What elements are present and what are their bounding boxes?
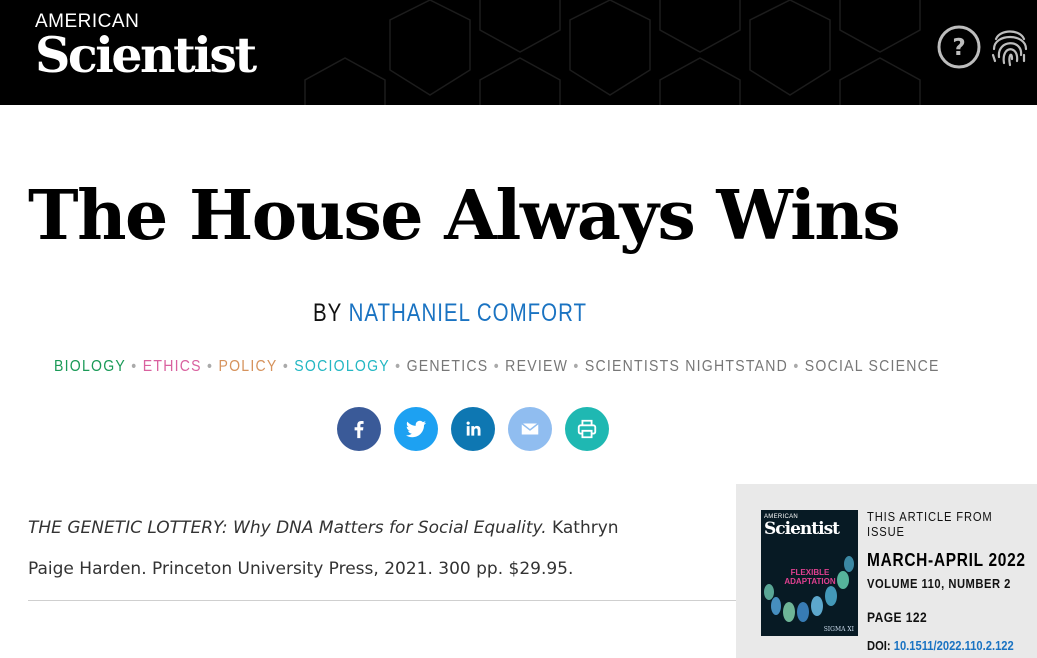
tag-separator: •: [573, 358, 580, 375]
share-buttons: [337, 407, 609, 451]
tag-link[interactable]: SCIENTISTS NIGHTSTAND: [585, 358, 788, 375]
issue-label: THIS ARTICLE FROM ISSUE: [867, 509, 993, 539]
tag-separator: •: [282, 358, 290, 375]
byline-prefix: BY: [312, 299, 342, 327]
issue-page: PAGE 122: [867, 609, 928, 625]
tag-link[interactable]: POLICY: [219, 358, 278, 375]
tag-separator: •: [793, 358, 800, 375]
article-title: The House Always Wins: [28, 176, 901, 256]
envelope-icon: [521, 422, 539, 435]
tag-separator: •: [207, 358, 214, 375]
site-header: AMERICAN Scientist ?: [0, 0, 1037, 105]
facebook-share-button[interactable]: [337, 407, 381, 451]
tag-link[interactable]: GENETICS: [407, 358, 489, 375]
book-details-line1: Kathryn: [546, 518, 619, 538]
doi-label: DOI:: [867, 638, 891, 653]
logo-scientist-text: Scientist: [35, 26, 257, 84]
tag-separator: •: [131, 358, 138, 375]
book-title: THE GENETIC LOTTERY: Why DNA Matters for…: [28, 518, 547, 538]
print-share-button[interactable]: [565, 407, 609, 451]
email-share-button[interactable]: [508, 407, 552, 451]
doi-link[interactable]: 10.1511/2022.110.2.122: [894, 638, 1014, 653]
tag-link[interactable]: BIOLOGY: [54, 358, 126, 375]
author-link[interactable]: NATHANIEL COMFORT: [349, 299, 587, 327]
byline: BY NATHANIEL COMFORT: [81, 299, 819, 328]
tag-link[interactable]: SOCIAL SCIENCE: [805, 358, 940, 375]
tag-separator: •: [395, 358, 402, 375]
topic-tags: BIOLOGY • ETHICS • POLICY • SOCIOLOGY • GENETICS…: [54, 358, 938, 376]
issue-details: THIS ARTICLE FROM ISSUE MARCH-APRIL 2022…: [867, 509, 1030, 653]
cover-publisher: SIGMA XI: [823, 626, 854, 633]
svg-text:?: ?: [952, 35, 965, 61]
issue-info-box: AMERICAN Scientist FLEXIBLE ADAPTATION S…: [736, 484, 1037, 658]
book-details-line2: Paige Harden. Princeton University Press…: [28, 559, 574, 579]
tag-link[interactable]: REVIEW: [505, 358, 568, 375]
book-citation: THE GENETIC LOTTERY: Why DNA Matters for…: [28, 508, 628, 590]
cover-headline: FLEXIBLE ADAPTATION: [784, 568, 836, 586]
printer-icon: [577, 419, 597, 439]
linkedin-share-button[interactable]: [451, 407, 495, 451]
linkedin-icon: [466, 421, 481, 436]
twitter-icon: [406, 420, 426, 438]
tag-link[interactable]: SOCIOLOGY: [294, 358, 390, 375]
question-circle-icon[interactable]: ?: [937, 25, 981, 69]
issue-volume: VOLUME 110, NUMBER 2: [867, 576, 1011, 591]
twitter-share-button[interactable]: [394, 407, 438, 451]
section-divider: [28, 600, 738, 601]
site-logo[interactable]: AMERICAN Scientist: [35, 12, 257, 84]
facebook-icon: [354, 421, 364, 439]
issue-doi: DOI: 10.1511/2022.110.2.122: [867, 638, 1014, 653]
tag-separator: •: [493, 358, 500, 375]
issue-name[interactable]: MARCH-APRIL 2022: [867, 550, 1030, 571]
fingerprint-icon[interactable]: [990, 25, 1030, 69]
tag-link[interactable]: ETHICS: [143, 358, 202, 375]
issue-cover-image[interactable]: AMERICAN Scientist FLEXIBLE ADAPTATION S…: [761, 510, 858, 636]
